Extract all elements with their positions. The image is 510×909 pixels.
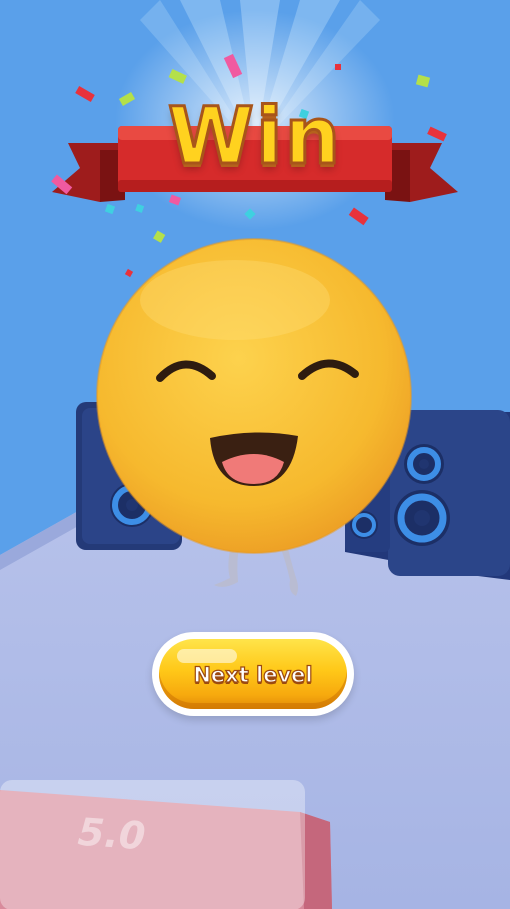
next-level-button-face: Next level: [159, 639, 347, 709]
speed-value: 5.0: [76, 809, 147, 859]
button-shine: [177, 649, 237, 663]
win-glow: [115, 10, 395, 230]
speed-card: [0, 780, 332, 909]
emoji-face: [96, 238, 412, 554]
game-scene: [0, 0, 510, 909]
next-level-label: Next level: [193, 662, 313, 687]
next-level-button[interactable]: Next level: [152, 632, 354, 716]
